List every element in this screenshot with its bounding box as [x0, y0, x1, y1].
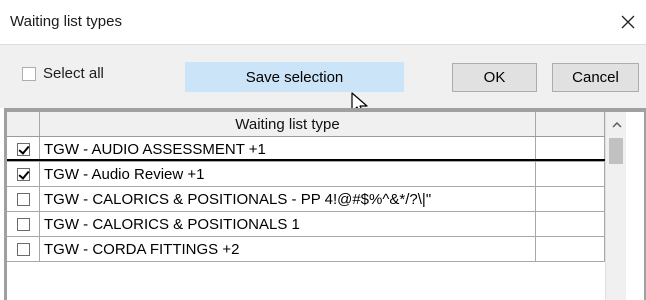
row-label: TGW - Audio Review +1 — [40, 162, 536, 187]
row-checkbox[interactable] — [16, 167, 30, 181]
select-all-checkbox[interactable] — [22, 67, 36, 81]
ok-button[interactable]: OK — [452, 63, 537, 92]
row-checkbox-cell[interactable] — [7, 162, 40, 187]
scroll-thumb[interactable] — [609, 138, 623, 164]
table-row[interactable]: TGW - CALORICS & POSITIONALS - PP 4!@#$%… — [7, 187, 605, 212]
row-checkbox[interactable] — [16, 142, 30, 156]
row-checkbox[interactable] — [16, 242, 30, 256]
row-checkbox[interactable] — [16, 192, 30, 206]
row-label: TGW - CALORICS & POSITIONALS - PP 4!@#$%… — [40, 187, 536, 212]
row-extra-cell — [536, 237, 605, 262]
chevron-up-icon — [611, 121, 622, 128]
grid-header: Waiting list type — [7, 112, 605, 137]
row-checkbox-cell[interactable] — [7, 187, 40, 212]
row-extra-cell — [536, 162, 605, 187]
table-row[interactable]: TGW - CALORICS & POSITIONALS 1 — [7, 212, 605, 237]
table-row[interactable]: TGW - Audio Review +1 — [7, 162, 605, 187]
table-row[interactable]: TGW - CORDA FITTINGS +2 — [7, 237, 605, 262]
close-button[interactable] — [614, 8, 642, 36]
column-header-waiting-list-type[interactable]: Waiting list type — [40, 112, 536, 136]
row-extra-cell — [536, 187, 605, 212]
cancel-button[interactable]: Cancel — [552, 63, 639, 92]
row-checkbox-cell[interactable] — [7, 212, 40, 237]
scroll-up-button[interactable] — [606, 116, 627, 133]
row-checkbox-cell[interactable] — [7, 237, 40, 262]
waiting-list-grid: Waiting list type TGW - AUDIO ASSESSMENT… — [7, 112, 644, 300]
row-extra-cell — [536, 212, 605, 237]
vertical-scrollbar[interactable] — [605, 112, 626, 300]
dialog-title: Waiting list types — [10, 13, 122, 30]
row-separator — [7, 159, 605, 161]
row-checkbox[interactable] — [16, 217, 30, 231]
dialog-titlebar: Waiting list types — [0, 0, 646, 44]
select-all-label[interactable]: Select all — [43, 65, 104, 82]
header-empty-column — [536, 112, 605, 136]
divider — [0, 44, 646, 45]
save-selection-button[interactable]: Save selection — [185, 62, 404, 92]
header-checkbox-column — [7, 112, 40, 136]
row-label: TGW - CORDA FITTINGS +2 — [40, 237, 536, 262]
close-icon — [621, 15, 635, 29]
row-label: TGW - CALORICS & POSITIONALS 1 — [40, 212, 536, 237]
